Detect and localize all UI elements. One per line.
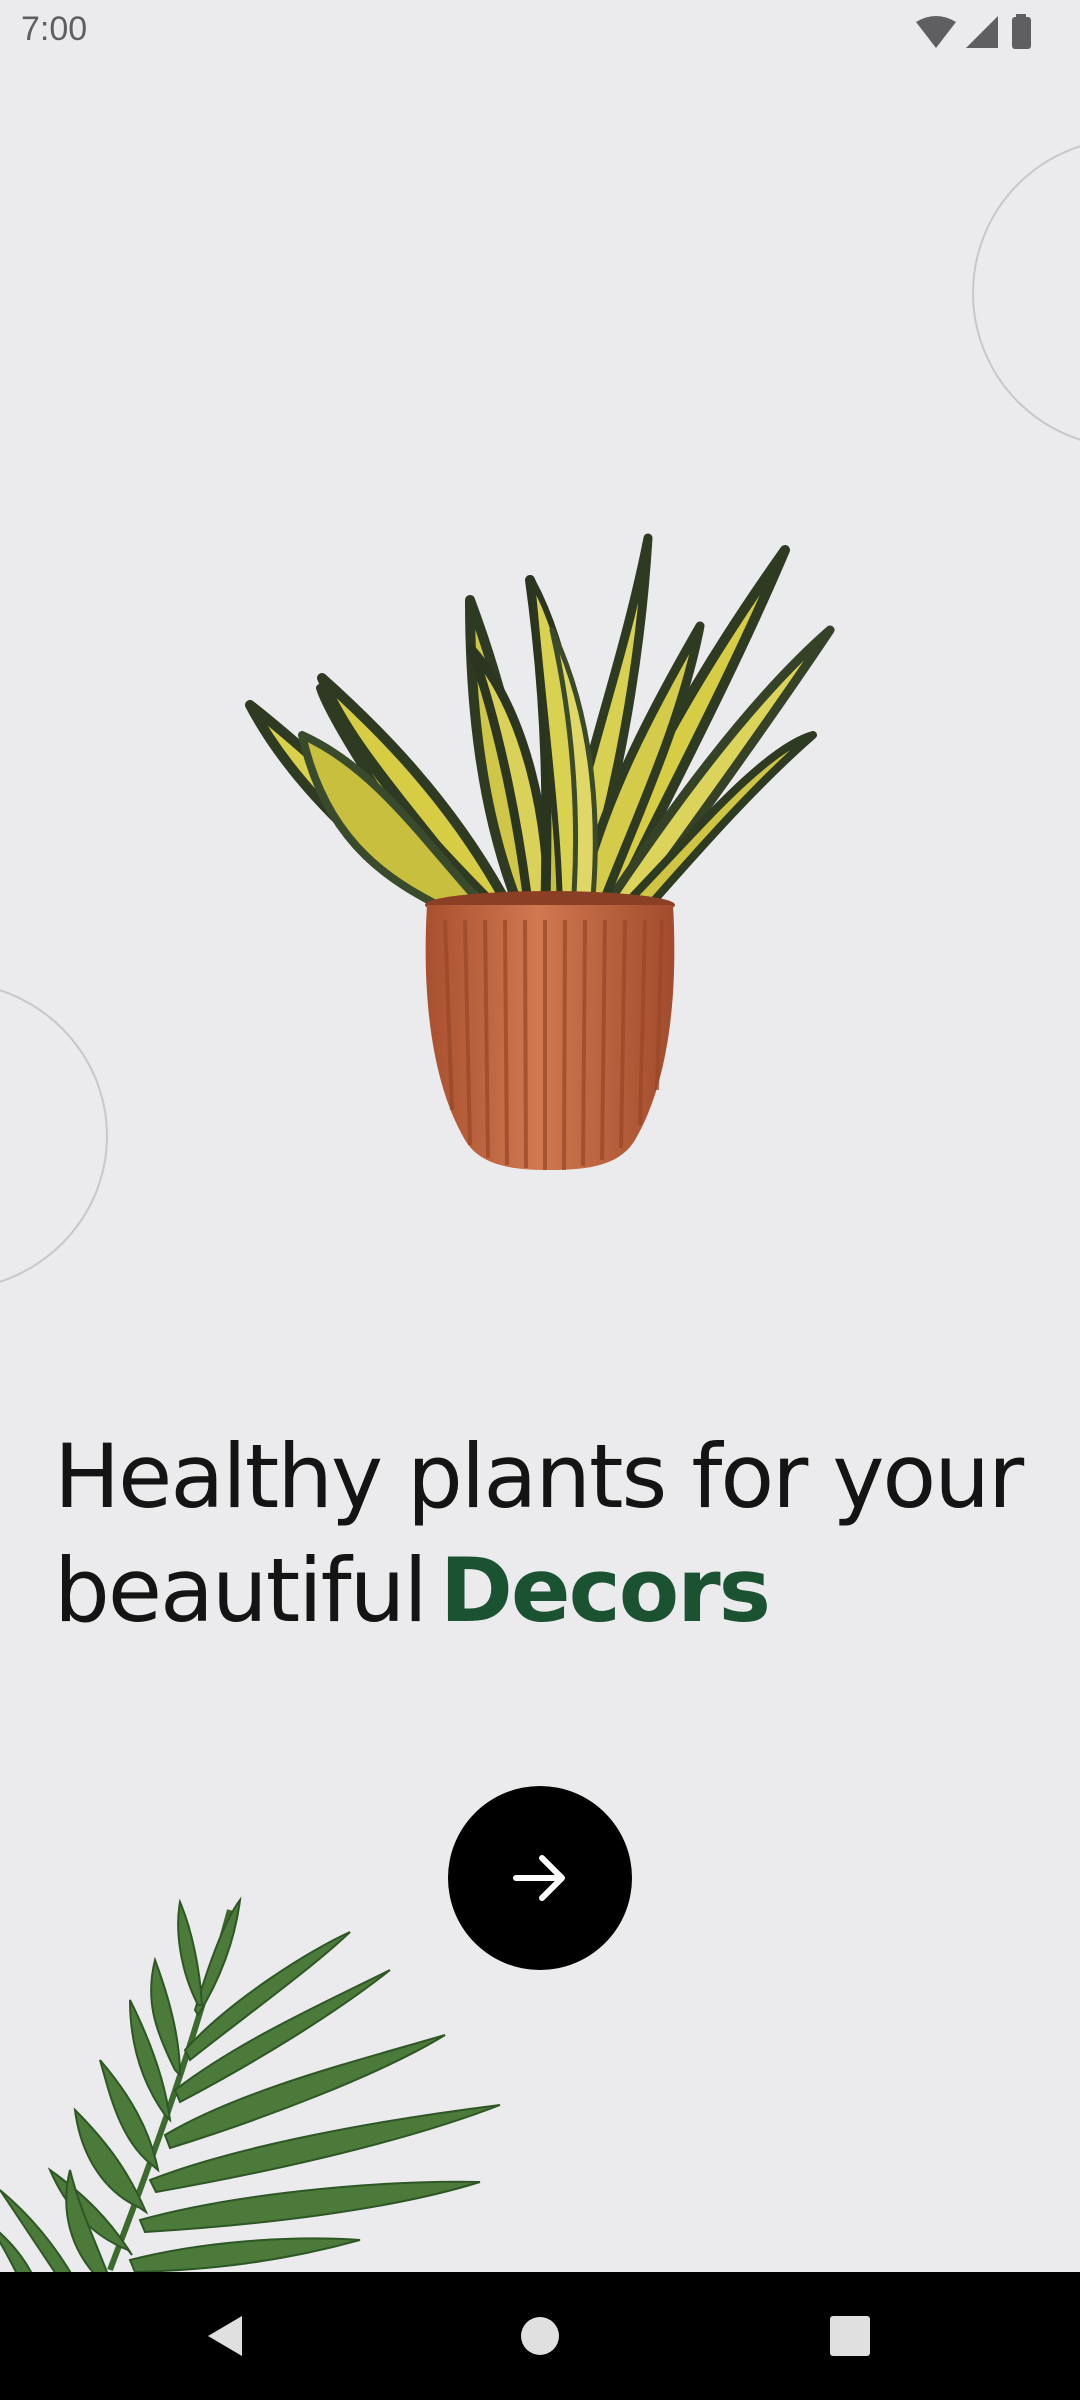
- status-time: 7:00: [21, 10, 88, 48]
- recents-icon: [830, 2316, 870, 2356]
- battery-icon: [1012, 14, 1031, 49]
- wifi-icon: [916, 16, 956, 48]
- decorative-circle-left: [0, 981, 108, 1291]
- nav-home-button[interactable]: [510, 2306, 570, 2366]
- plant-leaves: [245, 533, 835, 929]
- nav-back-button[interactable]: [196, 2306, 256, 2366]
- headline-accent: Decors: [439, 1539, 771, 1642]
- status-icons: [916, 14, 1031, 49]
- terracotta-pot: [425, 891, 675, 1171]
- home-icon: [521, 2317, 559, 2355]
- fern-leaf-image: [0, 1896, 501, 2280]
- headline: Healthy plants for your beautiful Decors: [54, 1420, 1054, 1648]
- system-navigation-bar: [0, 2272, 1080, 2400]
- potted-plant-image: [245, 533, 835, 1171]
- onboarding-screen: 7:00 Healthy plants for your beautiful D…: [0, 0, 1080, 2400]
- back-icon: [208, 2316, 242, 2356]
- status-bar: 7:00: [0, 0, 1080, 64]
- decorative-circle-top-right: [972, 138, 1080, 448]
- nav-recents-button[interactable]: [820, 2306, 880, 2366]
- cellular-signal-icon: [966, 16, 998, 48]
